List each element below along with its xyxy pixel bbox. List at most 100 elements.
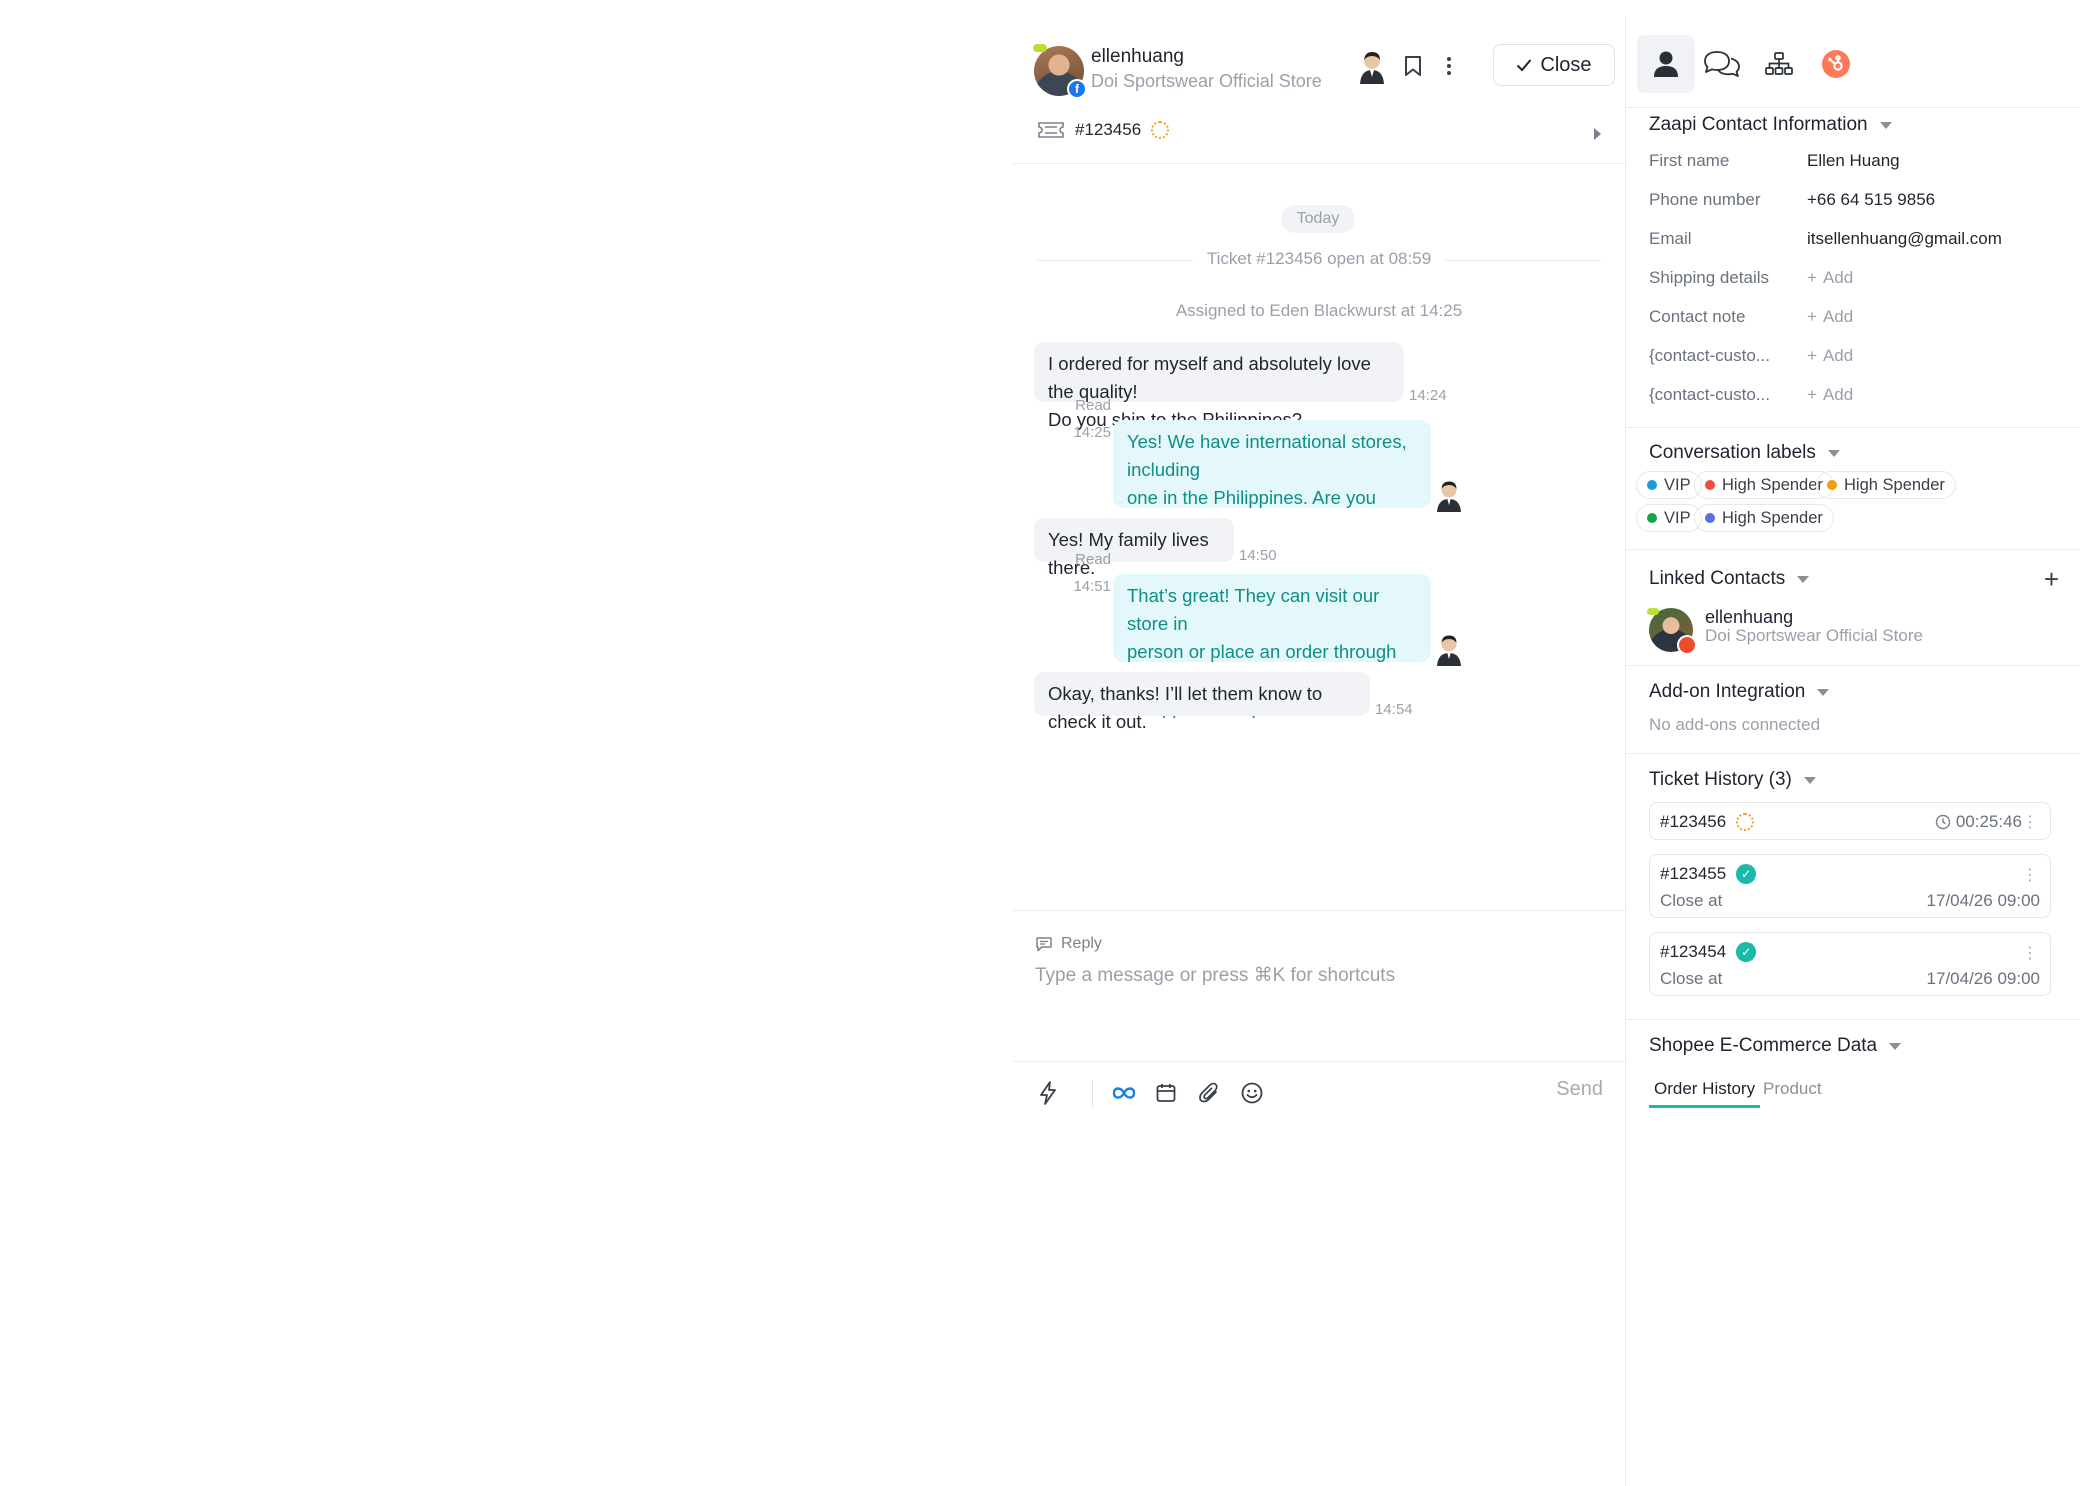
facebook-icon: f: [1067, 79, 1087, 99]
add-shipping-button[interactable]: + Add: [1807, 268, 1853, 288]
phone-value[interactable]: +66 64 515 9856: [1807, 190, 1935, 210]
message-list: Today Ticket #123456 open at 08:59 Assig…: [1013, 164, 1625, 910]
add-linked-contact-button[interactable]: +: [2044, 566, 2059, 592]
contact-sidebar: Zaapi Contact Information First name Ell…: [1625, 16, 2080, 1486]
field-label: Email: [1649, 229, 1692, 248]
first-name-value[interactable]: Ellen Huang: [1807, 151, 1900, 171]
ticket-timer: 00:25:46: [1935, 812, 2022, 832]
add-contact-note-button[interactable]: + Add: [1807, 307, 1853, 327]
ticket-more-icon[interactable]: ⋮: [2022, 865, 2038, 885]
ticket-row[interactable]: #123456: [1037, 120, 1170, 140]
tab-hierarchy[interactable]: [1750, 35, 1808, 93]
ticket-more-icon[interactable]: ⋮: [2022, 812, 2038, 832]
composer: Reply Send: [1013, 910, 1625, 1478]
chevron-down-icon: [1803, 776, 1816, 784]
outgoing-message[interactable]: That’s great! They can visit our store i…: [1113, 574, 1431, 718]
section-header[interactable]: Conversation labels: [1649, 442, 1840, 464]
assigned-text: Assigned to Eden Blackwurst at 14:25: [1175, 301, 1463, 320]
conversation-labels-section: Conversation labels VIP High Spender Hig…: [1626, 428, 2080, 550]
calendar-icon[interactable]: [1151, 1078, 1181, 1108]
message-time: 14:24: [1409, 387, 1447, 404]
message-line: Yes! We have international stores, inclu…: [1127, 431, 1407, 480]
ai-infinity-icon[interactable]: [1109, 1078, 1139, 1108]
lightning-icon[interactable]: [1033, 1078, 1063, 1108]
more-options-icon[interactable]: [1433, 50, 1465, 82]
tab-conversations[interactable]: [1693, 35, 1751, 93]
in-progress-icon: [1151, 121, 1170, 139]
reply-mode-tag[interactable]: Reply: [1035, 935, 1102, 953]
section-header[interactable]: Ticket History (3): [1649, 769, 1816, 791]
add-label: Add: [1822, 346, 1854, 365]
section-header[interactable]: Add-on Integration: [1649, 681, 1830, 703]
send-button[interactable]: Send: [1556, 1078, 1603, 1101]
add-custom-field-button[interactable]: + Add: [1807, 385, 1853, 405]
tab-hubspot[interactable]: [1807, 35, 1865, 93]
contact-store: Doi Sportswear Official Store: [1091, 71, 1322, 91]
plus-icon: +: [1807, 307, 1817, 326]
label-chip[interactable]: High Spender: [1816, 471, 1956, 499]
ticket-card[interactable]: #123455 ✓ ⋮ Close at 17/04/26 09:00: [1649, 854, 2051, 918]
email-value[interactable]: itsellenhuang@gmail.com: [1807, 229, 2002, 249]
message-time: 14:50: [1239, 547, 1277, 564]
tab-product[interactable]: Product: [1763, 1079, 1822, 1099]
label-chip[interactable]: High Spender: [1694, 504, 1834, 532]
ticket-card-header: #123455 ✓: [1660, 864, 1757, 884]
tab-contact[interactable]: [1637, 35, 1695, 93]
close-ticket-button[interactable]: Close: [1493, 44, 1615, 86]
message-time: 14:54: [1375, 701, 1413, 718]
closed-at-value: 17/04/26 09:00: [1926, 891, 2040, 910]
expand-caret-icon[interactable]: [1594, 128, 1601, 140]
chevron-down-icon: [1879, 121, 1892, 129]
label-dot: [1647, 513, 1657, 523]
ticket-id: #123456: [1075, 120, 1142, 139]
chat-panel: f ellenhuang Doi Sportswear Official Sto…: [1013, 16, 1625, 1478]
label-chip[interactable]: High Spender: [1694, 471, 1834, 499]
label-text: VIP: [1664, 508, 1691, 527]
label-text: High Spender: [1722, 508, 1823, 527]
plus-icon: +: [1807, 385, 1817, 404]
close-at-label: Close at: [1660, 969, 1723, 988]
message-time: 14:51: [1073, 578, 1111, 595]
contact-avatar[interactable]: f: [1033, 44, 1087, 99]
ticket-more-icon[interactable]: ⋮: [2022, 943, 2038, 963]
close-at-label: Close at: [1660, 891, 1723, 910]
add-label: Add: [1822, 385, 1854, 404]
label-chip[interactable]: VIP: [1636, 471, 1702, 499]
message-time: 14:25: [1073, 424, 1111, 441]
chat-header: f ellenhuang Doi Sportswear Official Sto…: [1013, 16, 1625, 164]
label-dot: [1705, 480, 1715, 490]
section-header[interactable]: Shopee E-Commerce Data: [1649, 1035, 1902, 1057]
incoming-message[interactable]: Okay, thanks! I’ll let them know to chec…: [1034, 672, 1370, 732]
ticket-card[interactable]: #123454 ✓ ⋮ Close at 17/04/26 09:00: [1649, 932, 2051, 996]
contact-info-section: Zaapi Contact Information First name Ell…: [1626, 108, 2080, 428]
label-chip[interactable]: VIP: [1636, 504, 1702, 532]
linked-contact-name[interactable]: ellenhuang: [1705, 607, 1793, 628]
add-label: Add: [1822, 268, 1854, 287]
addons-empty-text: No add-ons connected: [1649, 715, 1821, 734]
message-status: Read 14:51: [1063, 546, 1111, 600]
new-badge: [1033, 44, 1047, 52]
section-title: Conversation labels: [1649, 442, 1816, 463]
tab-order-history[interactable]: Order History: [1649, 1079, 1761, 1108]
read-status: Read: [1075, 551, 1111, 568]
contact-name[interactable]: ellenhuang: [1091, 46, 1184, 68]
emoji-icon[interactable]: [1237, 1078, 1267, 1108]
linked-contact-avatar[interactable]: [1647, 608, 1697, 655]
message-input[interactable]: [1035, 961, 1595, 991]
field-label: Shipping details: [1649, 268, 1770, 287]
add-custom-field-button[interactable]: + Add: [1807, 346, 1853, 366]
assigned-agent-avatar[interactable]: [1357, 50, 1387, 84]
agent-avatar: [1437, 635, 1461, 666]
attachment-icon[interactable]: [1194, 1078, 1224, 1108]
clock-icon: [1935, 814, 1951, 830]
ticket-card[interactable]: #123456 00:25:46 ⋮: [1649, 802, 2051, 840]
outgoing-message[interactable]: Yes! We have international stores, inclu…: [1113, 420, 1431, 564]
shopee-icon: [1677, 635, 1697, 655]
section-header[interactable]: Zaapi Contact Information: [1649, 114, 1892, 136]
label-dot: [1647, 480, 1657, 490]
field-label: First name: [1649, 151, 1730, 170]
field-label: Phone number: [1649, 190, 1761, 209]
label-text: High Spender: [1844, 475, 1945, 494]
bookmark-icon[interactable]: [1397, 50, 1429, 82]
section-header[interactable]: Linked Contacts: [1649, 568, 1810, 590]
